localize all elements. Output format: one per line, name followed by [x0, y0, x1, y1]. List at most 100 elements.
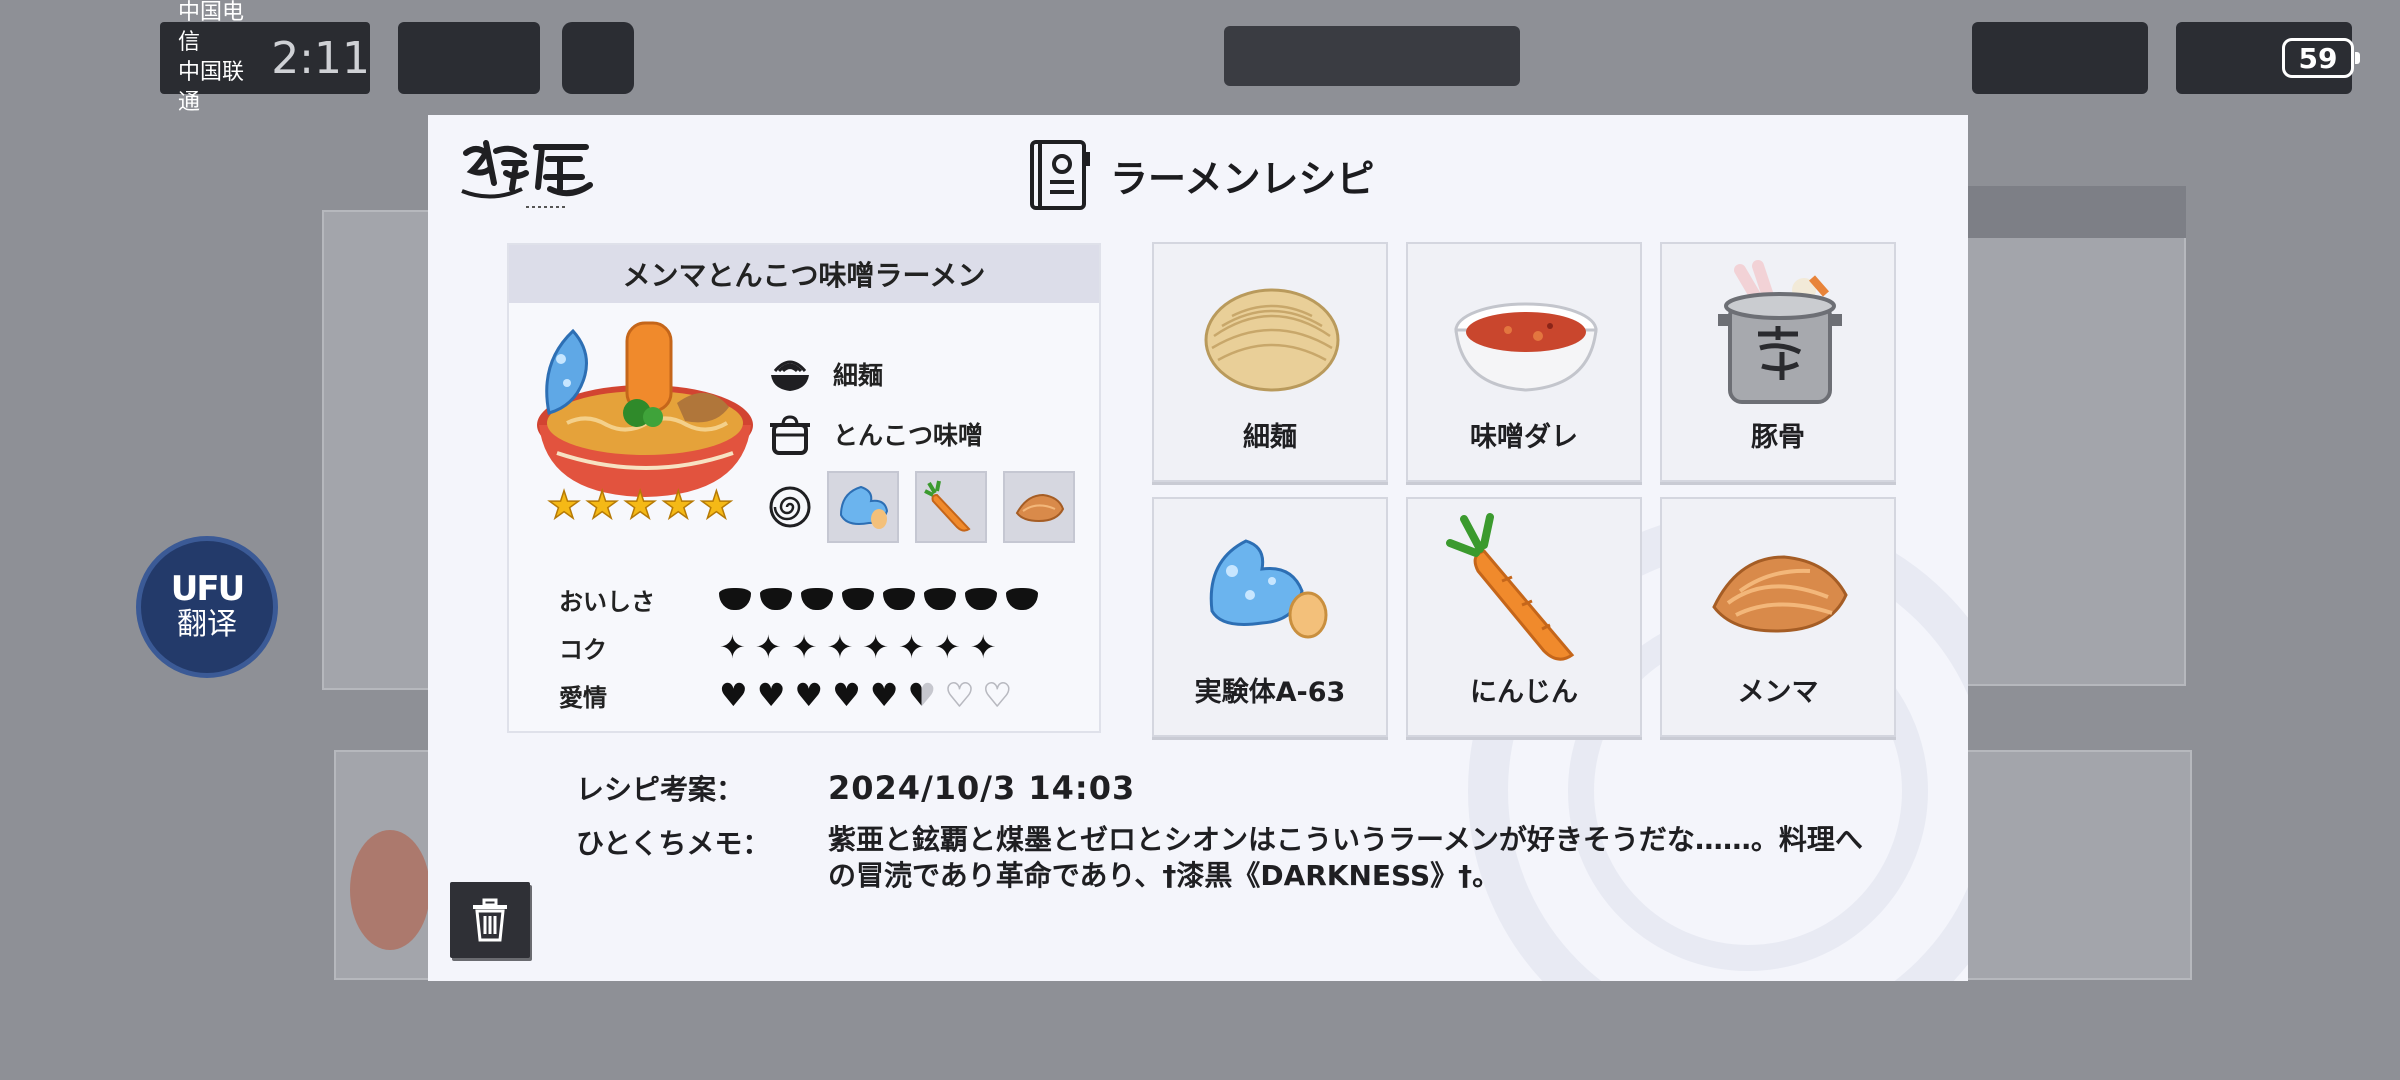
soup-pot-icon [770, 415, 810, 455]
ingredient-card[interactable]: メンマ [1660, 497, 1896, 737]
sparkle-icon: ✦ [898, 628, 925, 666]
stat-label: コク [559, 635, 607, 664]
miso-sauce-icon [1454, 302, 1598, 392]
sparkle-icon: ✦ [933, 628, 961, 666]
meta-memo-row: ひとくちメモ： 紫亜と鉉覇と煤墨とゼロとシオンはこういうラーメンが好きそうだな…… [576, 822, 1888, 894]
bowl-icon [719, 588, 751, 610]
ingredient-card[interactable]: にんじん [1406, 497, 1642, 737]
ingredient-card[interactable]: 豚骨 [1660, 242, 1896, 482]
taste-bowls [719, 575, 1038, 623]
meta-memo-value: 紫亜と鉉覇と煤墨とゼロとシオンはこういうラーメンが好きそうだな……。料理への冒涜… [828, 823, 1863, 892]
recipe-topping-row [767, 471, 1091, 543]
stat-love-row: 愛情 ♥ ♥ ♥ ♥ ♥ ♥ ♥ ♥ [559, 671, 1038, 719]
bowl-icon [883, 588, 915, 610]
bg-toolbar-slot [1224, 26, 1520, 86]
menma-icon [1712, 555, 1848, 633]
ingredient-card[interactable]: 実験体A-63 [1152, 497, 1388, 737]
stat-label: おいしさ [559, 587, 655, 616]
bg-settings-button [562, 22, 634, 94]
recipe-stats: おいしさ コク ✦ ✦ ✦ ✦ ✦ ✦ ✦ ✦ 愛情 ♥ ♥ ♥ ♥ ♥ ♥ ♥… [559, 575, 1038, 719]
heart-icon: ♥ [719, 676, 748, 714]
ingredient-name: メンマ [1737, 677, 1819, 708]
bg-notes-button [1972, 22, 2148, 94]
sparkle-icon: ✦ [826, 628, 854, 666]
noodle-icon [771, 360, 809, 391]
ingredient-grid: 細麺 味噌ダレ 豚骨 実験体A-63 にんじん メンマ [1152, 242, 1896, 737]
noodles-icon [1204, 288, 1340, 392]
meta-date-value: 2024/10/3 14:03 [828, 769, 1136, 807]
sparkle-icon: ✦ [862, 628, 890, 666]
stat-taste-row: おいしさ [559, 575, 1038, 623]
translate-float-button[interactable]: UFU 翻译 [136, 536, 278, 678]
heart-icon: ♥ [794, 676, 824, 714]
battery-indicator: 59 [2282, 38, 2360, 78]
bg-menu-button [398, 22, 540, 94]
recipe-dialog: ラーメンレシピ メンマとんこつ味噌ラーメン ★ ★ ★ ★ ★ 細麺 とんこつ味… [428, 115, 1968, 981]
star-icon: ★ [546, 483, 582, 527]
half-heart-icon: ♥ [907, 676, 937, 714]
rating-stars: ★ ★ ★ ★ ★ [546, 483, 734, 527]
naruto-icon [769, 486, 811, 528]
ingredient-name: 実験体A-63 [1194, 677, 1346, 708]
delete-button[interactable] [450, 882, 530, 958]
recipe-book-icon [1030, 140, 1090, 210]
bowl-icon [924, 588, 956, 610]
bg-right-panel [1960, 186, 2186, 686]
star-icon: ★ [622, 483, 658, 527]
bowl-icon [842, 588, 874, 610]
bowl-icon [965, 588, 997, 610]
bg-ramen-bowl [350, 830, 430, 950]
richness-sparkles: ✦ ✦ ✦ ✦ ✦ ✦ ✦ ✦ [719, 628, 997, 666]
sparkle-icon: ✦ [719, 628, 746, 666]
dialog-header: ラーメンレシピ [1028, 135, 1374, 215]
sparkle-icon: ✦ [754, 628, 782, 666]
clock: 2:11 [271, 32, 370, 84]
pork-bone-pot-icon [1718, 260, 1842, 404]
ingredient-card[interactable]: 細麺 [1152, 242, 1388, 482]
ingredient-name: 豚骨 [1751, 422, 1805, 453]
star-icon: ★ [584, 483, 620, 527]
meta-date-label: レシピ考案： [576, 773, 745, 806]
heart-icon: ♥ [756, 676, 786, 714]
heart-icon: ♥ [832, 676, 861, 714]
blue-creature-icon [839, 485, 889, 529]
empty-heart-icon: ♥ [944, 675, 974, 715]
bowl-icon [1006, 588, 1038, 610]
meta-date-row: レシピ考案： 2024/10/3 14:03 [576, 760, 1888, 816]
bg-right-panel-header [1960, 186, 2186, 238]
meta-memo-label: ひとくちメモ： [576, 827, 771, 860]
translate-logo: UFU [170, 569, 245, 609]
love-hearts: ♥ ♥ ♥ ♥ ♥ ♥ ♥ ♥ [719, 675, 1012, 715]
blue-creature-icon [1209, 539, 1328, 639]
ramen-bowl-image [537, 321, 753, 497]
stat-label: 愛情 [559, 683, 607, 712]
bowl-icon [801, 588, 833, 610]
carrier-1: 中国电信 [178, 0, 245, 55]
recipe-soup-row: とんこつ味噌 [767, 411, 983, 457]
carrot-icon [924, 480, 971, 532]
ingredient-card[interactable]: 味噌ダレ [1406, 242, 1642, 482]
recipe-noodle-row: 細麺 [767, 351, 883, 397]
topping-slot-carrot [915, 471, 987, 543]
carrier-2: 中国联通 [178, 60, 245, 115]
bowl-icon [760, 588, 792, 610]
status-bar: 中国电信 中国联通 2:11 [160, 0, 370, 115]
ingredient-name: 細麺 [1243, 422, 1297, 453]
menma-icon [1015, 493, 1065, 523]
sparkle-icon: ✦ [790, 628, 818, 666]
recipe-name: メンマとんこつ味噌ラーメン [509, 245, 1099, 303]
recipe-noodle-label: 細麺 [833, 361, 884, 390]
translate-label: 翻译 [177, 607, 237, 642]
trash-icon [473, 898, 507, 942]
heart-icon: ♥ [869, 676, 899, 714]
carrier-names: 中国电信 中国联通 [160, 0, 263, 118]
shop-logo [461, 140, 593, 208]
topping-slot-creature [827, 471, 899, 543]
sparkle-icon: ✦ [969, 628, 997, 666]
recipe-meta: レシピ考案： 2024/10/3 14:03 ひとくちメモ： 紫亜と鉉覇と煤墨と… [576, 760, 1888, 894]
topping-slot-menma [1003, 471, 1075, 543]
empty-heart-icon: ♥ [982, 675, 1012, 715]
stat-richness-row: コク ✦ ✦ ✦ ✦ ✦ ✦ ✦ ✦ [559, 623, 1038, 671]
bg-bottom-card-right [1960, 750, 2192, 980]
star-icon: ★ [660, 483, 696, 527]
